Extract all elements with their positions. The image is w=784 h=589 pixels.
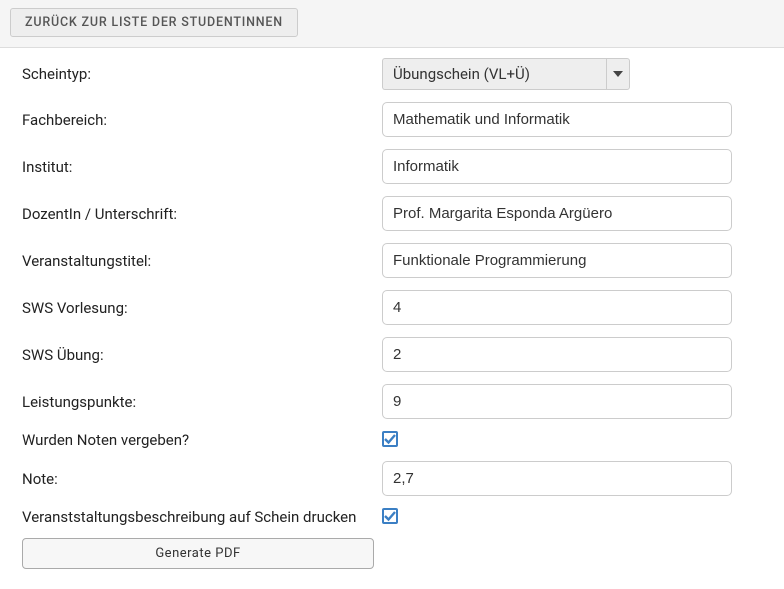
institut-input[interactable] xyxy=(382,149,732,184)
topbar: ZURÜCK ZUR LISTE DER STUDENTINNEN xyxy=(0,0,784,48)
label-lp: Leistungspunkte: xyxy=(22,393,382,411)
row-lp: Leistungspunkte: xyxy=(22,384,762,419)
label-institut: Institut: xyxy=(22,158,382,176)
label-titel: Veranstaltungstitel: xyxy=(22,252,382,270)
row-beschreibung-drucken: Veranststaltungsbeschreibung auf Schein … xyxy=(22,508,762,526)
label-fachbereich: Fachbereich: xyxy=(22,111,382,129)
row-sws-vorlesung: SWS Vorlesung: xyxy=(22,290,762,325)
row-titel: Veranstaltungstitel: xyxy=(22,243,762,278)
sws-uebung-input[interactable] xyxy=(382,337,732,372)
beschreibung-drucken-checkbox[interactable] xyxy=(382,508,398,524)
titel-input[interactable] xyxy=(382,243,732,278)
note-input[interactable] xyxy=(382,461,732,496)
row-institut: Institut: xyxy=(22,149,762,184)
row-scheintyp: Scheintyp: Übungschein (VL+Ü) xyxy=(22,58,762,90)
row-sws-uebung: SWS Übung: xyxy=(22,337,762,372)
scheintyp-select[interactable]: Übungschein (VL+Ü) xyxy=(382,58,630,90)
generate-pdf-button[interactable]: Generate PDF xyxy=(22,538,374,569)
label-sws-uebung: SWS Übung: xyxy=(22,346,382,364)
label-noten-vergeben: Wurden Noten vergeben? xyxy=(22,431,382,449)
scheintyp-select-value: Übungschein (VL+Ü) xyxy=(382,58,606,90)
dozent-input[interactable] xyxy=(382,196,732,231)
row-note: Note: xyxy=(22,461,762,496)
row-dozent: DozentIn / Unterschrift: xyxy=(22,196,762,231)
sws-vorlesung-input[interactable] xyxy=(382,290,732,325)
dropdown-toggle[interactable] xyxy=(606,58,630,90)
noten-vergeben-checkbox[interactable] xyxy=(382,431,398,447)
label-sws-vorlesung: SWS Vorlesung: xyxy=(22,299,382,317)
label-dozent: DozentIn / Unterschrift: xyxy=(22,205,382,223)
check-icon xyxy=(384,510,396,522)
fachbereich-input[interactable] xyxy=(382,102,732,137)
label-beschreibung-drucken: Veranststaltungsbeschreibung auf Schein … xyxy=(22,508,382,526)
chevron-down-icon xyxy=(613,71,623,77)
check-icon xyxy=(384,433,396,445)
row-noten-vergeben: Wurden Noten vergeben? xyxy=(22,431,762,449)
back-to-list-button[interactable]: ZURÜCK ZUR LISTE DER STUDENTINNEN xyxy=(10,8,298,37)
label-scheintyp: Scheintyp: xyxy=(22,65,382,83)
row-fachbereich: Fachbereich: xyxy=(22,102,762,137)
lp-input[interactable] xyxy=(382,384,732,419)
label-note: Note: xyxy=(22,470,382,488)
form-area: Scheintyp: Übungschein (VL+Ü) Fachbereic… xyxy=(0,48,784,589)
